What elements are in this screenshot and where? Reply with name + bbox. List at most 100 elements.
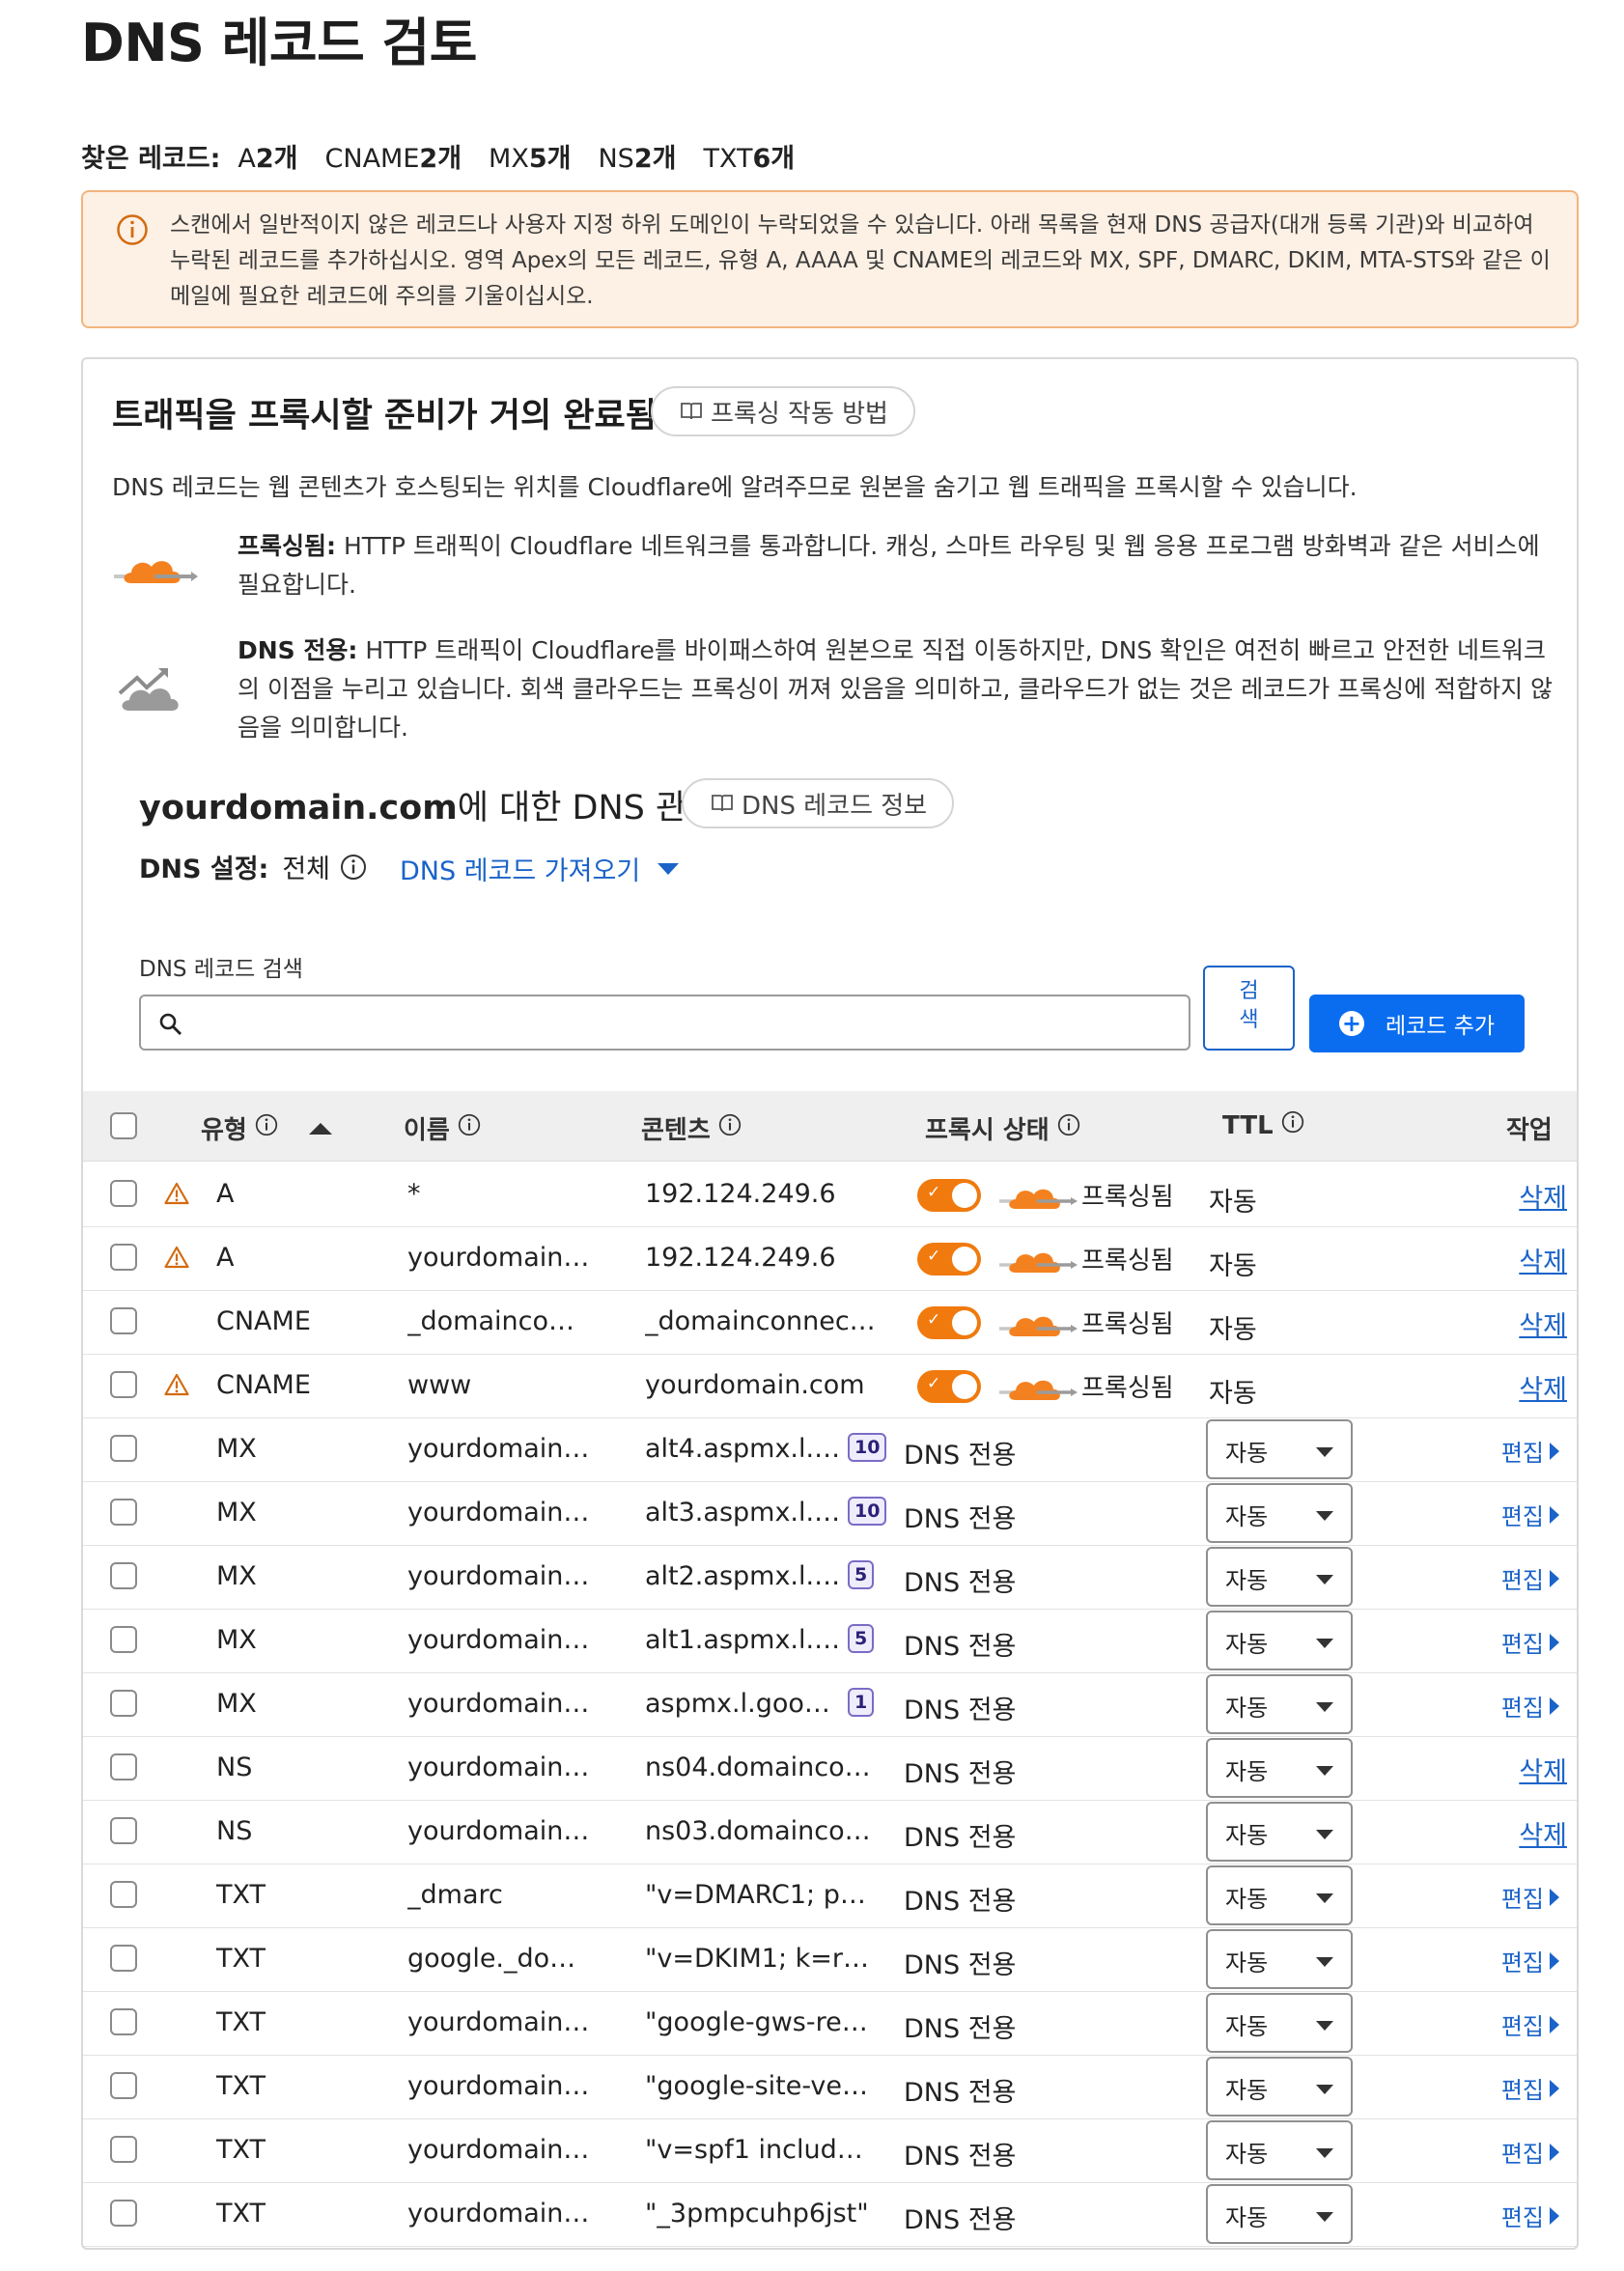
summary-label: 찾은 레코드: [81,144,221,174]
delete-link[interactable]: 삭제 [1519,1751,1567,1788]
add-record-button[interactable]: + 레코드 추가 [1309,995,1525,1052]
row-checkbox[interactable] [110,1244,137,1271]
proxy-status-text: DNS 전용 [904,1823,1017,1853]
proxy-toggle[interactable]: ✓ [917,1179,981,1212]
edit-link[interactable]: 편집 [1501,2199,1559,2232]
ttl-select[interactable]: 자동 [1206,1483,1353,1543]
table-row: TXT _dmarc "v=DMARC1; p=none" DNS 전용 자동 편집 [83,1864,1577,1928]
how-proxying-works-button[interactable]: 프록싱 작동 방법 [651,386,915,436]
search-button[interactable]: 검색 [1203,966,1295,1051]
edit-link[interactable]: 편집 [1501,2071,1559,2105]
edit-link[interactable]: 편집 [1501,2135,1559,2169]
edit-link[interactable]: 편집 [1501,2007,1559,2041]
row-checkbox[interactable] [110,1562,137,1589]
proxy-status-text: DNS 전용 [904,1568,1017,1598]
row-checkbox[interactable] [110,2008,137,2035]
row-checkbox[interactable] [110,1753,137,1780]
row-checkbox[interactable] [110,1626,137,1653]
delete-link[interactable]: 삭제 [1519,1814,1567,1852]
ttl-select[interactable]: 자동 [1206,1865,1353,1925]
record-content: ns03.domaincontrol.com [645,1816,877,1846]
row-checkbox[interactable] [110,2136,137,2163]
name-column-header[interactable]: 이름 [404,1110,481,1146]
book-icon [712,795,733,812]
row-checkbox[interactable] [110,1881,137,1908]
table-row: TXT yourdomain.com "google-site-verificati… [83,2055,1577,2119]
edit-link[interactable]: 편집 [1501,1625,1559,1659]
proxy-toggle[interactable]: ✓ [917,1370,981,1403]
summary-count-txt: TXT6개 [703,144,796,174]
row-checkbox[interactable] [110,1690,137,1717]
type-column-header[interactable]: 유형 [201,1110,332,1146]
info-icon[interactable] [458,1113,481,1136]
ttl-value: 자동 [1209,1379,1257,1409]
search-input[interactable] [139,995,1190,1051]
ttl-column-header[interactable]: TTL [1222,1110,1304,1140]
dns-records-info-button[interactable]: DNS 레코드 정보 [682,778,955,828]
ttl-select[interactable]: 자동 [1206,2120,1353,2180]
import-dns-records-dropdown[interactable]: DNS 레코드 가져오기 [400,850,680,887]
ttl-select[interactable]: 자동 [1206,1611,1353,1670]
caret-right-icon [1550,2143,1559,2161]
row-checkbox[interactable] [110,1307,137,1334]
edit-link[interactable]: 편집 [1501,1689,1559,1723]
table-row: TXT yourdomain.com "_3pmpcuhp6jst" DNS 전용 자동… [83,2182,1577,2247]
ttl-select[interactable]: 자동 [1206,2057,1353,2117]
info-icon[interactable] [1281,1110,1304,1134]
caret-down-icon [658,862,680,875]
content-column-header[interactable]: 콘텐츠 [641,1110,742,1146]
record-name: yourdomain.com [407,1625,591,1655]
delete-link[interactable]: 삭제 [1519,1177,1567,1215]
caret-down-icon [1316,1766,1333,1776]
delete-link[interactable]: 삭제 [1519,1368,1567,1406]
record-content: "v=DKIM1; k=rsa; p=" [645,1944,877,1974]
ttl-select[interactable]: 자동 [1206,1802,1353,1862]
check-icon: ✓ [927,1247,941,1266]
row-checkbox[interactable] [110,1371,137,1398]
ttl-select[interactable]: 자동 [1206,2184,1353,2244]
info-icon[interactable] [718,1113,742,1136]
row-checkbox[interactable] [110,2200,137,2227]
record-type: TXT [216,2199,266,2229]
proxy-toggle[interactable]: ✓ [917,1306,981,1339]
edit-link[interactable]: 편집 [1501,1880,1559,1914]
edit-link[interactable]: 편집 [1501,1498,1559,1531]
delete-link[interactable]: 삭제 [1519,1241,1567,1278]
proxy-toggle[interactable]: ✓ [917,1243,981,1276]
edit-link[interactable]: 편집 [1501,1944,1559,1977]
ttl-select[interactable]: 자동 [1206,1738,1353,1798]
info-icon[interactable] [340,854,367,881]
dns-setting-label: DNS 설정: [139,855,269,884]
ttl-select[interactable]: 자동 [1206,1993,1353,2053]
dns-records-info-label: DNS 레코드 정보 [742,791,928,821]
table-row: MX yourdomain.com alt1.aspmx.l.google.com5… [83,1609,1577,1673]
proxy-status-text: 프록싱됨 [1081,1247,1174,1276]
ttl-select[interactable]: 자동 [1206,1674,1353,1734]
record-type: NS [216,1752,253,1782]
ttl-select[interactable]: 자동 [1206,1547,1353,1607]
row-checkbox[interactable] [110,1180,137,1207]
row-checkbox[interactable] [110,1945,137,1972]
row-checkbox[interactable] [110,1499,137,1526]
ttl-select[interactable]: 자동 [1206,1419,1353,1479]
proxy-status-column-header[interactable]: 프록시 상태 [925,1110,1080,1146]
proxy-status-text: 프록싱됨 [1081,1183,1174,1212]
info-icon[interactable] [255,1113,278,1136]
proxy-status-text: DNS 전용 [904,2142,1017,2172]
caret-down-icon [1316,1575,1333,1584]
caret-down-icon [1316,2021,1333,2031]
record-content: alt3.aspmx.l.google.com [645,1498,843,1528]
proxy-status-text: DNS 전용 [904,2014,1017,2044]
row-checkbox[interactable] [110,1817,137,1844]
edit-link[interactable]: 편집 [1501,1434,1559,1468]
row-checkbox[interactable] [110,2072,137,2099]
select-all-checkbox[interactable] [110,1112,137,1139]
delete-link[interactable]: 삭제 [1519,1304,1567,1342]
record-name: yourdomain.com [407,2199,591,2229]
row-checkbox[interactable] [110,1435,137,1462]
edit-link[interactable]: 편집 [1501,1561,1559,1595]
table-row: MX yourdomain.com alt3.aspmx.l.google.com1… [83,1481,1577,1546]
ttl-select[interactable]: 자동 [1206,1929,1353,1989]
info-icon[interactable] [1057,1113,1080,1136]
record-type: MX [216,1498,257,1528]
